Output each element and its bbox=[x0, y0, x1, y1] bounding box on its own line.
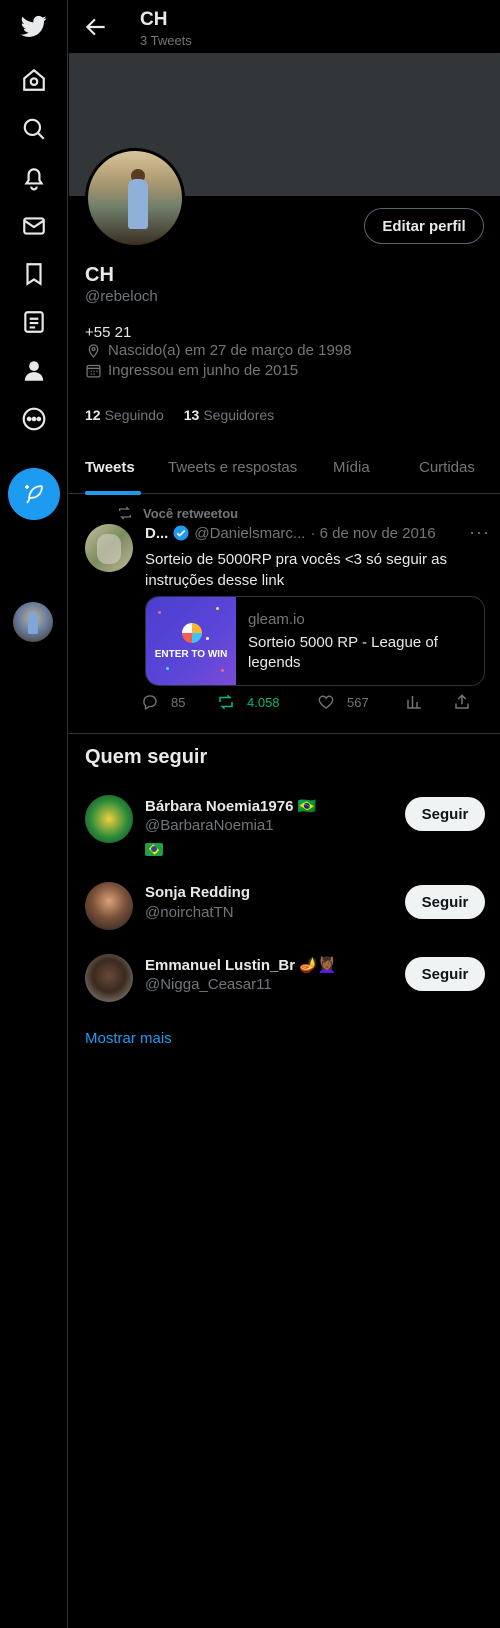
join-date: Ingressou em junho de 2015 bbox=[85, 362, 298, 379]
brazil-flag-icon bbox=[145, 842, 163, 856]
home-icon[interactable] bbox=[16, 62, 52, 98]
profile-name: CH bbox=[85, 264, 114, 286]
join-date-text: Ingressou em junho de 2015 bbox=[108, 362, 299, 379]
followers-link[interactable]: 13 Seguidores bbox=[184, 407, 274, 423]
tweet-author-avatar[interactable] bbox=[85, 524, 133, 572]
reply-count: 85 bbox=[171, 694, 186, 710]
edit-profile-button[interactable]: Editar perfil bbox=[364, 208, 484, 244]
profile-handle: @rebeloch bbox=[85, 288, 158, 305]
follow-button[interactable]: Seguir bbox=[405, 797, 485, 831]
calendar-icon bbox=[86, 364, 101, 378]
share-icon bbox=[455, 694, 469, 709]
gleam-logo-icon bbox=[182, 623, 202, 643]
birth-date: Nascido(a) em 27 de março de 1998 bbox=[85, 342, 351, 359]
compose-button[interactable] bbox=[8, 468, 60, 520]
profile-avatar[interactable] bbox=[85, 148, 185, 248]
like-button[interactable]: 567 bbox=[317, 693, 369, 711]
following-link[interactable]: 12 Seguindo bbox=[85, 407, 164, 423]
reply-icon bbox=[143, 695, 157, 710]
profile-bio: +55 21 bbox=[85, 324, 132, 341]
tweet-text: Sorteio de 5000RP pra vocês <3 só seguir… bbox=[145, 551, 447, 589]
list-icon[interactable] bbox=[16, 304, 52, 340]
like-count: 567 bbox=[347, 694, 369, 710]
tweet-date[interactable]: · 6 de nov de 2016 bbox=[310, 525, 435, 542]
search-icon[interactable] bbox=[16, 111, 52, 147]
follow-counts: 12 Seguindo 13 Seguidores bbox=[85, 407, 274, 423]
link-card-title: Sorteio 5000 RP - League of legends bbox=[248, 634, 438, 671]
retweet-count: 4.058 bbox=[247, 694, 280, 710]
tab-likes[interactable]: Curtidas bbox=[419, 441, 475, 494]
heart-icon bbox=[318, 695, 334, 709]
retweet-icon bbox=[119, 506, 131, 520]
link-card-image: ENTER TO WIN bbox=[146, 597, 236, 685]
suggestion-handle[interactable]: @noirchatTN bbox=[145, 904, 234, 921]
profile-column: CH 3 Tweets Editar perfil CH @rebeloch +… bbox=[69, 0, 500, 1628]
back-arrow-icon[interactable] bbox=[83, 14, 109, 40]
profile-header-bar: CH 3 Tweets bbox=[69, 0, 500, 53]
bell-icon[interactable] bbox=[16, 160, 52, 196]
location-pin-icon bbox=[88, 344, 99, 358]
account-avatar[interactable] bbox=[13, 602, 53, 642]
reply-button[interactable]: 85 bbox=[141, 693, 185, 711]
suggestion-handle[interactable]: @Nigga_Ceasar11 bbox=[145, 976, 272, 993]
compose-feather-icon bbox=[25, 485, 43, 504]
suggestion-name[interactable]: Bárbara Noemia1976 🇧🇷 bbox=[145, 797, 316, 815]
suggestion-name[interactable]: Emmanuel Lustin_Br 🪔💆🏾‍♀️ bbox=[145, 956, 337, 974]
retweet-context: Você retweetou bbox=[117, 505, 238, 521]
birth-date-text: Nascido(a) em 27 de março de 1998 bbox=[108, 342, 352, 359]
suggestion-avatar[interactable] bbox=[85, 954, 133, 1002]
profile-tabs: Tweets Tweets e respostas Mídia Curtidas bbox=[69, 441, 500, 494]
bookmark-icon[interactable] bbox=[16, 256, 52, 292]
verified-badge-icon bbox=[173, 525, 189, 541]
follow-button[interactable]: Seguir bbox=[405, 885, 485, 919]
link-card-domain: gleam.io bbox=[248, 611, 305, 628]
analytics-button[interactable] bbox=[405, 693, 423, 711]
retweet-button[interactable]: 4.058 bbox=[217, 693, 280, 711]
sidebar bbox=[0, 0, 68, 1628]
show-more-link[interactable]: Mostrar mais bbox=[85, 1030, 172, 1047]
tab-tweets[interactable]: Tweets bbox=[85, 441, 135, 494]
share-button[interactable] bbox=[453, 693, 471, 711]
page-title: CH bbox=[140, 9, 168, 30]
twitter-logo-icon[interactable] bbox=[16, 8, 52, 44]
tweet-count: 3 Tweets bbox=[140, 33, 192, 48]
tab-media[interactable]: Mídia bbox=[333, 441, 370, 494]
tweet[interactable]: Você retweetou D... @Danielsmarc... · 6 … bbox=[69, 495, 500, 734]
suggestion-handle[interactable]: @BarbaraNoemia1 bbox=[145, 817, 274, 834]
analytics-icon bbox=[407, 696, 421, 709]
tweet-actions: 85 4.058 567 bbox=[141, 693, 500, 717]
suggestion-name[interactable]: Sonja Redding bbox=[145, 884, 250, 901]
tweet-author-name[interactable]: D... bbox=[145, 525, 168, 542]
more-icon[interactable] bbox=[16, 401, 52, 437]
tweet-header: D... @Danielsmarc... · 6 de nov de 2016 bbox=[145, 524, 490, 542]
suggestion-avatar[interactable] bbox=[85, 795, 133, 843]
tab-tweets-and-replies[interactable]: Tweets e respostas bbox=[168, 441, 297, 494]
tweet-author-handle[interactable]: @Danielsmarc... bbox=[194, 525, 305, 542]
suggestion-avatar[interactable] bbox=[85, 882, 133, 930]
retweet-icon bbox=[219, 694, 233, 710]
who-to-follow-title: Quem seguir bbox=[85, 746, 208, 768]
link-card-cta: ENTER TO WIN bbox=[154, 649, 228, 660]
link-card[interactable]: ENTER TO WIN gleam.io Sorteio 5000 RP - … bbox=[145, 596, 485, 686]
more-options-icon[interactable]: ··· bbox=[469, 522, 490, 543]
mail-icon[interactable] bbox=[16, 208, 52, 244]
follow-button[interactable]: Seguir bbox=[405, 957, 485, 991]
profile-icon[interactable] bbox=[16, 353, 52, 389]
suggestion-bio bbox=[145, 840, 163, 856]
